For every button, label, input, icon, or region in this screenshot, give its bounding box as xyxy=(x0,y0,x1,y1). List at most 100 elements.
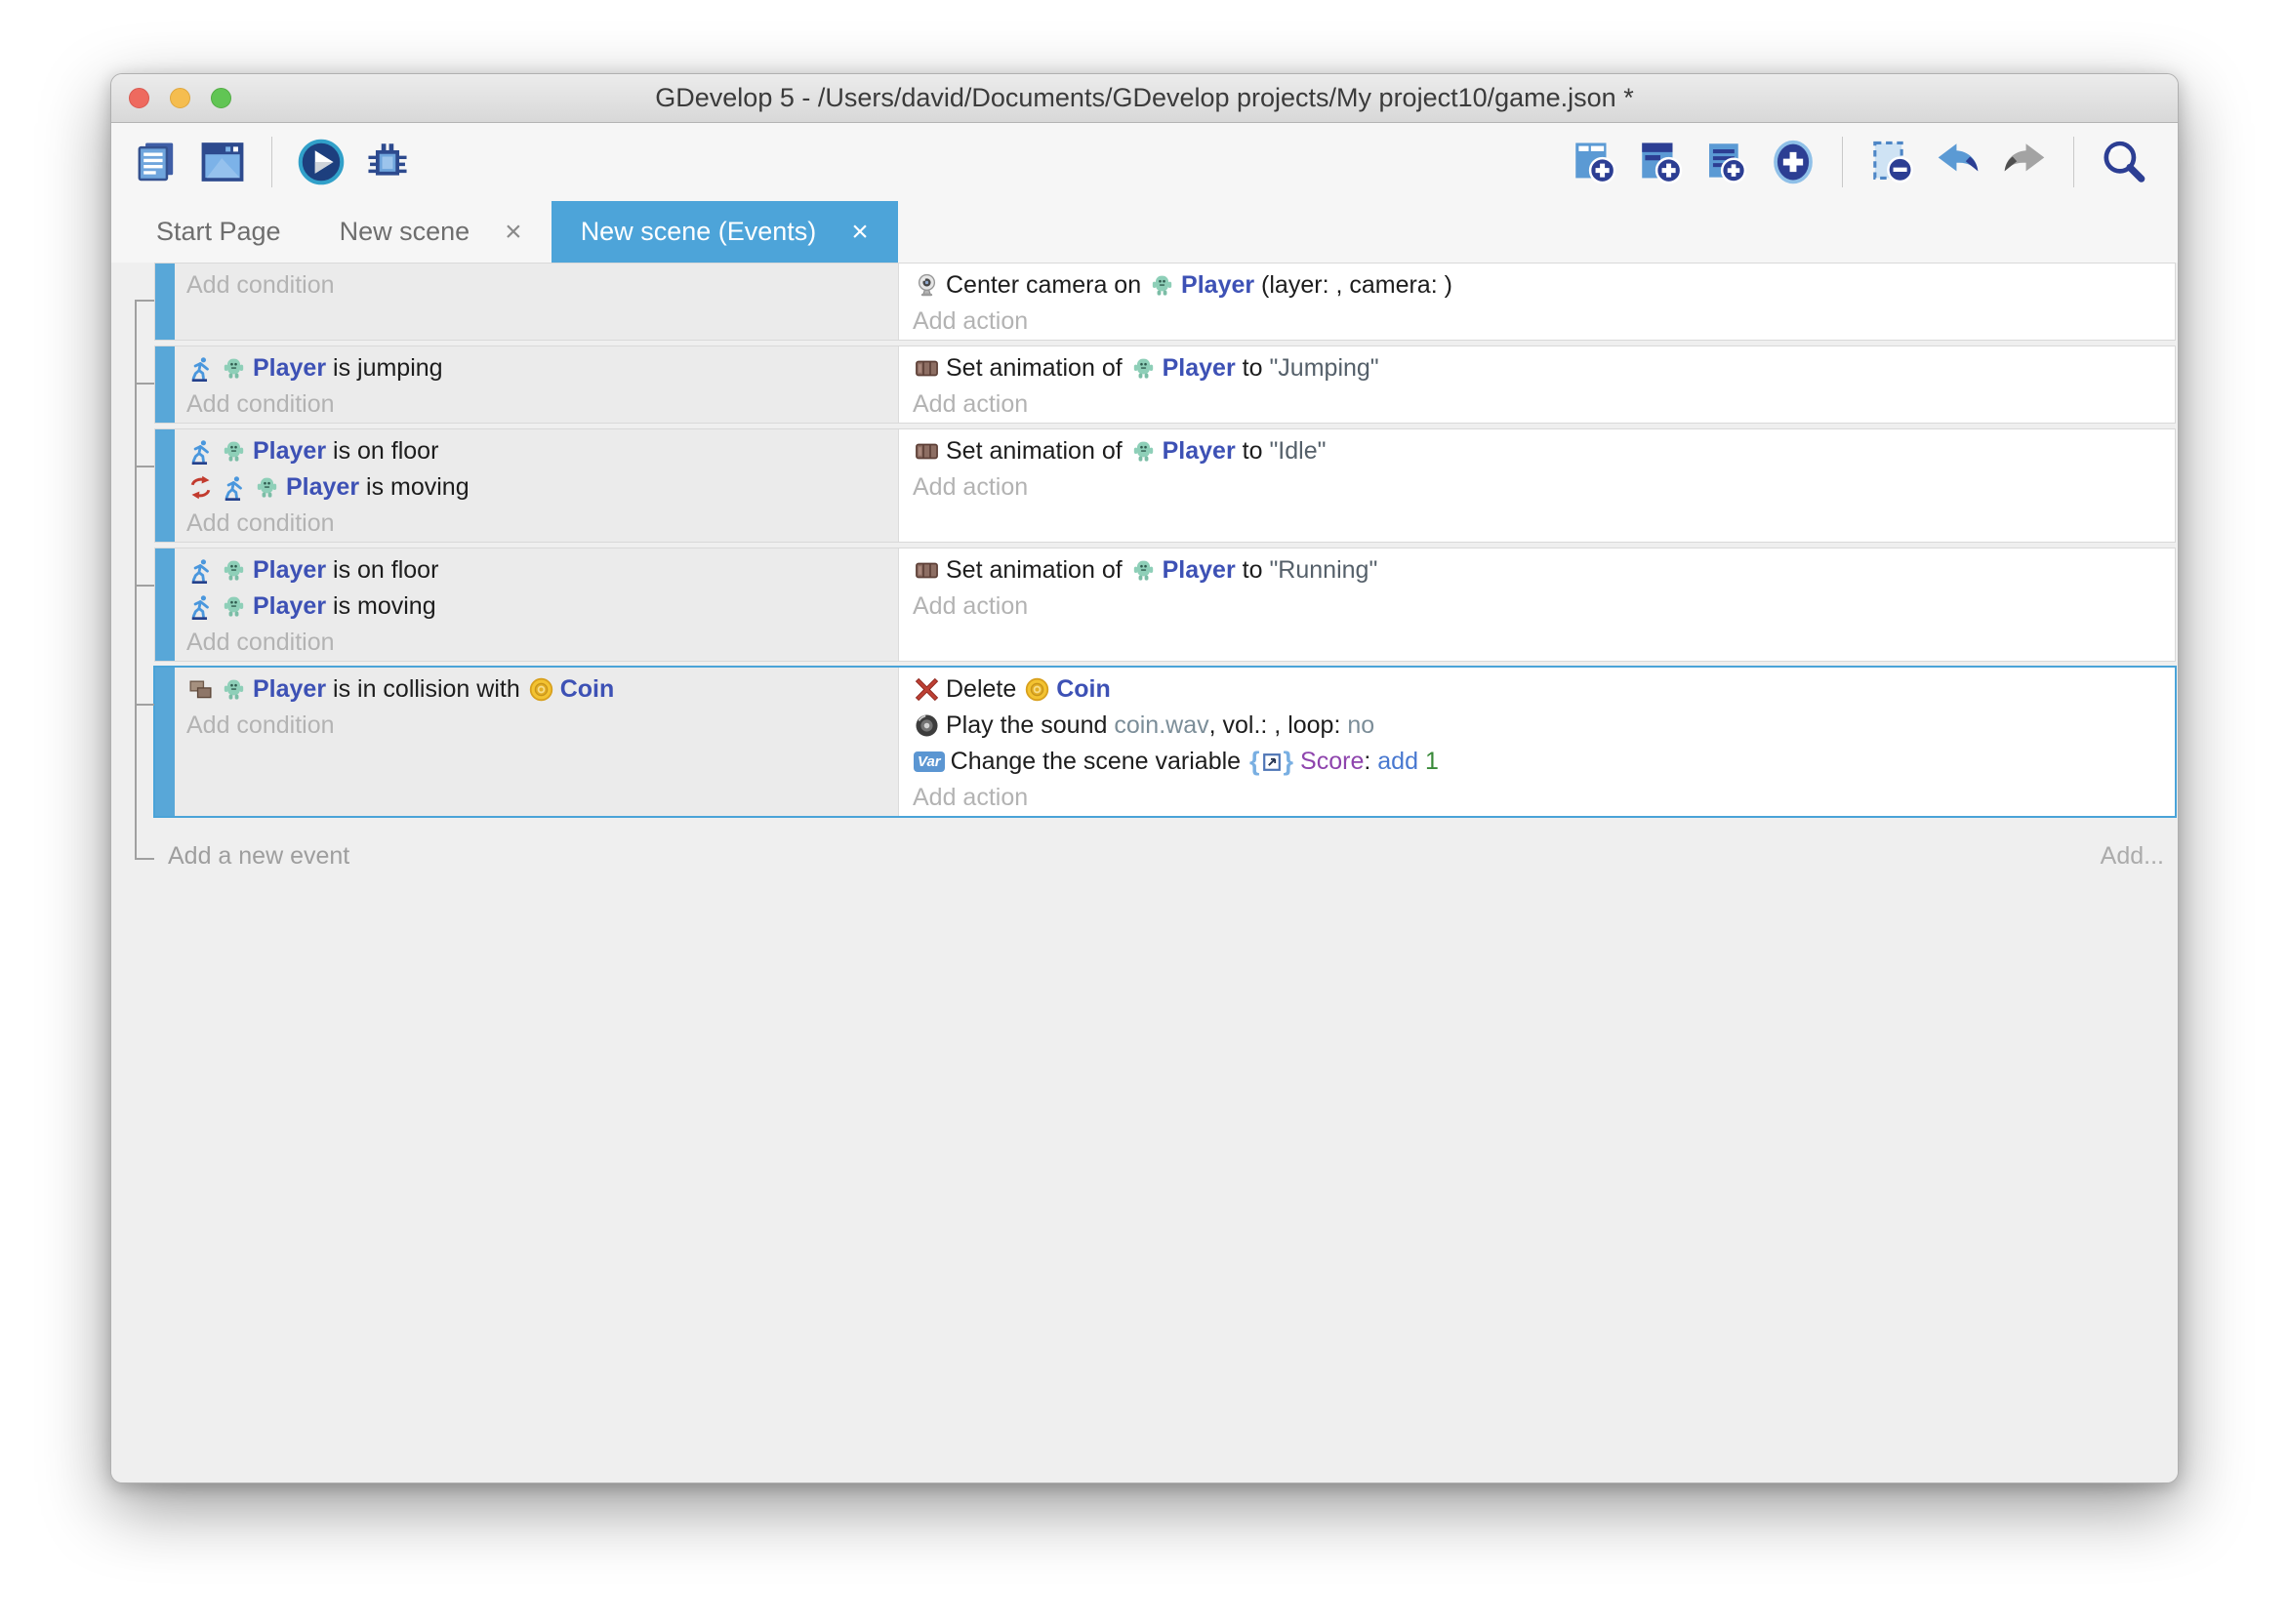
text-segment: Player xyxy=(1163,556,1236,585)
add-condition-button[interactable]: Add condition xyxy=(186,506,898,542)
add-new-event-button[interactable]: Add a new event xyxy=(168,842,349,871)
conditions-cell[interactable]: Add condition xyxy=(175,264,899,340)
add-subevent-icon xyxy=(1636,138,1685,186)
tab-new-scene-events[interactable]: New scene (Events)× xyxy=(552,201,898,263)
add-condition-button[interactable]: Add condition xyxy=(186,708,898,744)
event-tree-tick xyxy=(135,300,154,302)
text-segment: : xyxy=(1364,748,1377,776)
actions-cell[interactable]: Set animation of Player to "Jumping"Add … xyxy=(899,346,2175,423)
redo-icon xyxy=(2000,138,2049,186)
close-icon[interactable]: × xyxy=(505,218,522,247)
add-action-button[interactable]: Add action xyxy=(913,589,2175,625)
actions-cell[interactable]: Set animation of Player to "Idle"Add act… xyxy=(899,429,2175,542)
text-segment: Coin xyxy=(560,675,615,704)
event-handle[interactable] xyxy=(155,346,175,423)
invert-icon xyxy=(187,474,214,501)
add-action-button[interactable]: Add action xyxy=(913,386,2175,423)
event-row[interactable]: Player is jumpingAdd conditionSet animat… xyxy=(154,345,2176,424)
actions-cell[interactable]: Delete CoinPlay the sound coin.wav, vol.… xyxy=(899,668,2175,816)
undo-icon xyxy=(1934,138,1982,186)
undo-button[interactable] xyxy=(1934,138,1982,186)
actions-cell[interactable]: Set animation of Player to "Running"Add … xyxy=(899,548,2175,661)
player-icon xyxy=(221,593,247,620)
toolbar-separator xyxy=(2073,137,2074,187)
add-button-button[interactable] xyxy=(1769,138,1818,186)
action-line[interactable]: Set animation of Player to "Jumping" xyxy=(913,350,2175,386)
scene-editor-button[interactable] xyxy=(198,138,247,186)
toolbar-right-group xyxy=(1561,137,2156,187)
search-button[interactable] xyxy=(2099,138,2147,186)
redo-button[interactable] xyxy=(2000,138,2049,186)
delete-event-button[interactable] xyxy=(1867,138,1916,186)
add-action-button[interactable]: Add action xyxy=(913,304,2175,340)
condition-line[interactable]: Player is in collision with Coin xyxy=(186,671,898,708)
close-icon[interactable]: × xyxy=(851,218,869,247)
add-subevent-button[interactable] xyxy=(1636,138,1685,186)
conditions-cell[interactable]: Player is on floorPlayer is movingAdd co… xyxy=(175,548,899,661)
add-action-button[interactable]: Add action xyxy=(913,780,2175,816)
condition-line[interactable]: Player is on floor xyxy=(186,433,898,469)
coin-icon xyxy=(1024,676,1050,703)
delete-icon xyxy=(914,676,940,703)
text-segment: is moving xyxy=(326,592,436,621)
window-title: GDevelop 5 - /Users/david/Documents/GDev… xyxy=(655,83,1633,113)
text-segment: Set animation of xyxy=(946,437,1129,466)
add-button[interactable]: Add... xyxy=(2101,842,2164,871)
conditions-cell[interactable]: Player is jumpingAdd condition xyxy=(175,346,899,423)
add-comment-icon xyxy=(1702,138,1751,186)
event-row[interactable]: Add condition Center camera on Player (la… xyxy=(154,263,2176,341)
text-segment: Player xyxy=(286,473,359,502)
add-action-button[interactable]: Add action xyxy=(913,469,2175,506)
tab-bar: Start PageNew scene×New scene (Events)× xyxy=(111,201,2178,263)
play-button[interactable] xyxy=(297,138,346,186)
action-line[interactable]: Delete Coin xyxy=(913,671,2175,708)
zoom-window-button[interactable] xyxy=(211,88,231,108)
add-comment-button[interactable] xyxy=(1702,138,1751,186)
add-event-button[interactable] xyxy=(1570,138,1618,186)
text-segment: is in collision with xyxy=(326,675,527,704)
text-segment: to xyxy=(1236,354,1270,383)
player-icon xyxy=(1149,272,1175,299)
action-line[interactable]: Center camera on Player (layer: , camera… xyxy=(913,267,2175,304)
event-row[interactable]: Player is on floorPlayer is movingAdd co… xyxy=(154,428,2176,543)
tab-start-page[interactable]: Start Page xyxy=(127,201,310,263)
condition-line[interactable]: Player is jumping xyxy=(186,350,898,386)
event-handle[interactable] xyxy=(155,668,175,816)
close-window-button[interactable] xyxy=(129,88,149,108)
events-panel[interactable]: Add condition Center camera on Player (la… xyxy=(111,263,2178,1483)
player-icon xyxy=(221,676,247,703)
collision-icon xyxy=(187,676,214,703)
tab-new-scene[interactable]: New scene × xyxy=(310,201,552,263)
add-condition-button[interactable]: Add condition xyxy=(186,386,898,423)
conditions-cell[interactable]: Player is in collision with CoinAdd cond… xyxy=(175,668,899,816)
event-handle[interactable] xyxy=(155,429,175,542)
event-handle[interactable] xyxy=(155,548,175,661)
text-segment: Player xyxy=(253,437,326,466)
action-line[interactable]: Set animation of Player to "Running" xyxy=(913,552,2175,589)
player-icon xyxy=(221,557,247,584)
minimize-window-button[interactable] xyxy=(170,88,190,108)
action-line[interactable]: Play the sound coin.wav, vol.: , loop: n… xyxy=(913,708,2175,744)
main-toolbar xyxy=(111,123,2178,201)
condition-line[interactable]: Player is moving xyxy=(186,469,898,506)
text-segment: 1 xyxy=(1425,748,1439,776)
text-segment: Play the sound xyxy=(946,711,1114,740)
add-condition-button[interactable]: Add condition xyxy=(186,625,898,661)
scene-editor-icon xyxy=(198,138,247,186)
tab-label: New scene xyxy=(340,217,470,247)
debug-button[interactable] xyxy=(363,138,412,186)
player-icon xyxy=(254,474,280,501)
action-line[interactable]: Set animation of Player to "Idle" xyxy=(913,433,2175,469)
conditions-cell[interactable]: Player is on floorPlayer is movingAdd co… xyxy=(175,429,899,542)
event-row[interactable]: Player is on floorPlayer is movingAdd co… xyxy=(154,548,2176,662)
camera-icon xyxy=(914,272,940,299)
condition-line[interactable]: Player is moving xyxy=(186,589,898,625)
actions-cell[interactable]: Center camera on Player (layer: , camera… xyxy=(899,264,2175,340)
add-condition-button[interactable]: Add condition xyxy=(186,267,898,304)
event-handle[interactable] xyxy=(155,264,175,340)
animation-icon xyxy=(914,557,940,584)
project-manager-button[interactable] xyxy=(132,138,181,186)
action-line[interactable]: VarChange the scene variable {}Score: ad… xyxy=(913,744,2175,780)
condition-line[interactable]: Player is on floor xyxy=(186,552,898,589)
event-row[interactable]: Player is in collision with CoinAdd cond… xyxy=(154,667,2176,817)
